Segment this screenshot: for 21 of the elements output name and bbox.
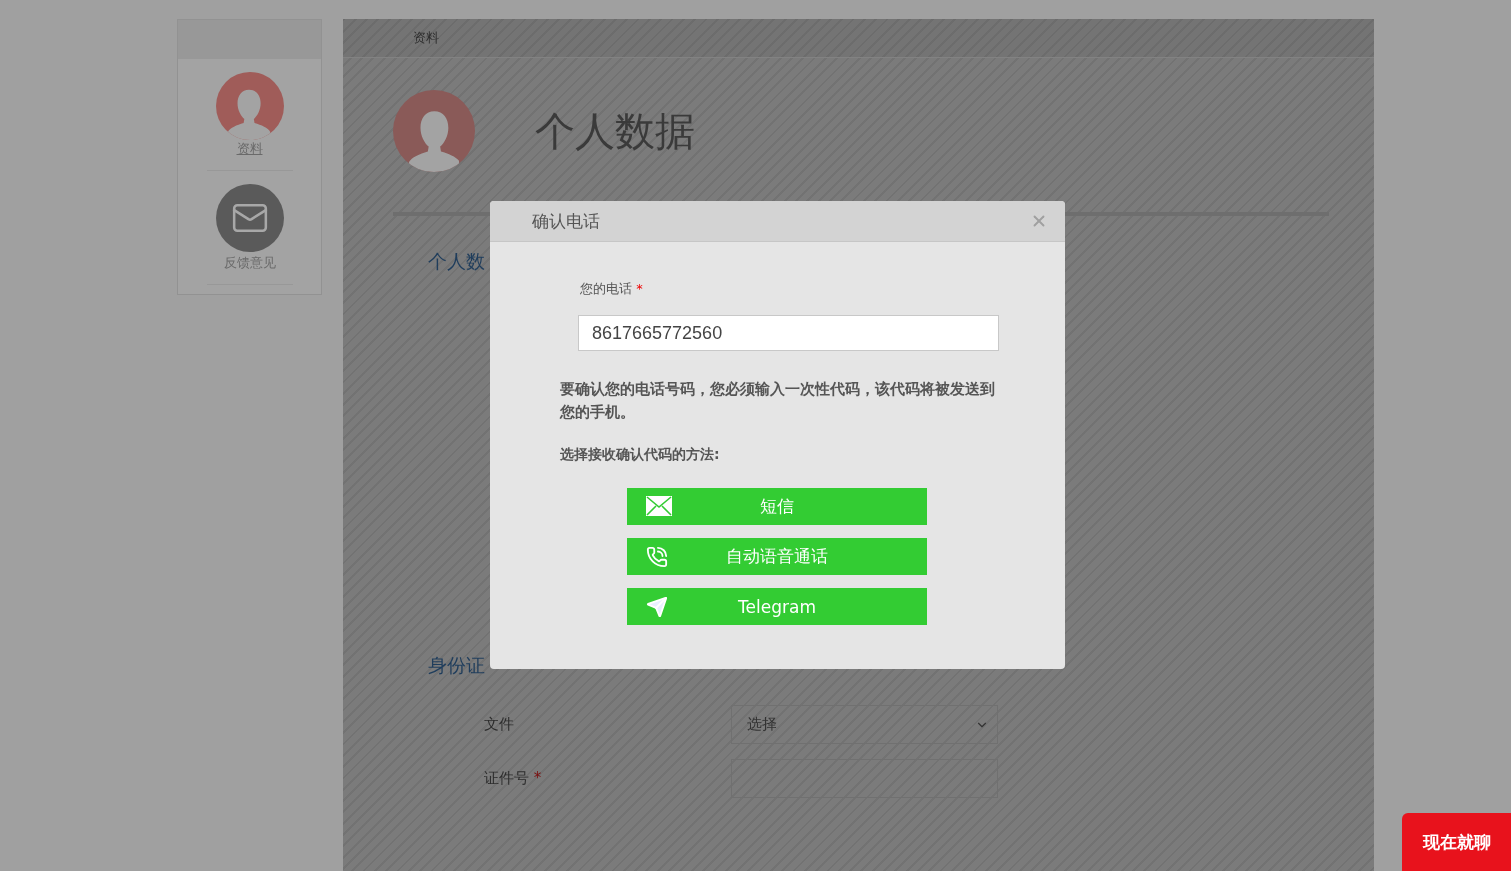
- method-button[interactable]: 短信: [627, 488, 927, 525]
- phone-input[interactable]: 8617665772560: [578, 315, 999, 351]
- paper-plane-icon: [646, 596, 668, 618]
- envelope-icon: [646, 496, 672, 516]
- avatar-icon: [393, 90, 475, 172]
- section-title: 个人数: [427, 249, 486, 274]
- breadcrumb[interactable]: 资料: [413, 29, 439, 47]
- dialog-title: 确认电话: [532, 209, 600, 233]
- chat-button[interactable]: 现在就聊: [1402, 813, 1511, 871]
- page-title: 个人数据: [535, 106, 695, 156]
- instruction-text: 要确认您的电话号码，您必须输入一次性代码，该代码将被发送到您的手机。: [560, 379, 996, 423]
- method-button[interactable]: Telegram: [627, 588, 927, 625]
- select-field[interactable]: 选择: [731, 705, 998, 744]
- method-prompt: 选择接收确认代码的方法:: [560, 446, 721, 464]
- field-label: 文件: [484, 715, 515, 734]
- field-label: 证件号 *: [484, 769, 543, 788]
- phone-icon: [646, 546, 668, 568]
- section-title: 身份证: [427, 653, 486, 678]
- sidebar-item[interactable]: 资料: [206, 59, 293, 171]
- field-label: 您的电话 *: [579, 280, 644, 298]
- method-button[interactable]: 自动语音通话: [627, 538, 927, 575]
